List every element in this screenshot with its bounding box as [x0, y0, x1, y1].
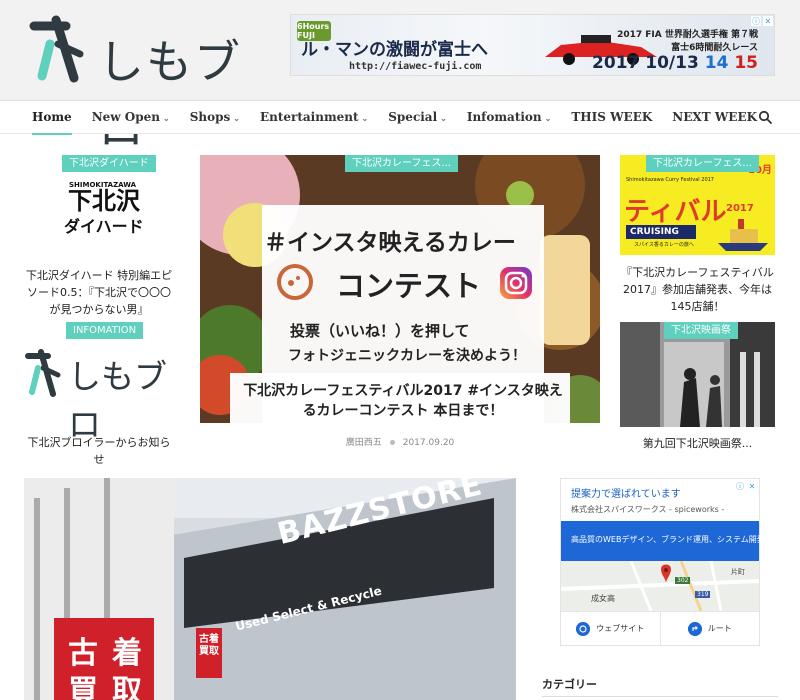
ad-date-sat: 14	[704, 53, 729, 73]
nav-item-label: THIS WEEK	[571, 110, 653, 124]
nav-item-home[interactable]: Home	[22, 101, 82, 135]
nav-item-special[interactable]: Special ⌄	[378, 101, 457, 134]
nav-item-this-week[interactable]: THIS WEEK	[561, 101, 662, 134]
website-button-label: ウェブサイト	[596, 624, 645, 633]
nav-item-entertainment[interactable]: Entertainment ⌄	[250, 101, 378, 134]
chevron-down-icon: ⌄	[361, 113, 369, 123]
close-icon[interactable]: ✕	[763, 16, 773, 26]
chevron-down-icon: ⌄	[163, 113, 170, 123]
ad-choices[interactable]: ⓘ ✕	[751, 16, 773, 27]
thumb-big-text1: 下北沢	[68, 187, 140, 215]
feature-headline2: コンテスト	[336, 269, 482, 303]
nav-item-label: Special	[388, 110, 438, 124]
shop-small-sign: 古着 買取	[199, 634, 219, 657]
nav-item-infomation[interactable]: Infomation ⌄	[457, 101, 562, 134]
category-label[interactable]: 下北沢ダイハード	[62, 155, 156, 172]
thumb-text5: CRUISING	[626, 225, 696, 239]
ad-title[interactable]: 提案力で選ばれています	[571, 485, 681, 500]
website-icon	[576, 621, 591, 636]
ad-date-prefix: 2017 10/13	[592, 53, 699, 73]
main-nav: Home New Open ⌄ Shops ⌄ Entertainment ⌄ Special…	[0, 100, 800, 135]
curry-icon	[277, 264, 313, 300]
ship-icon	[718, 219, 768, 251]
ad-map[interactable]: 成女高 片町 302 319	[561, 561, 759, 611]
ad-banner[interactable]: 6Hours FUJI ル・マンの激闘が富士へ http://fiawec-fu…	[290, 14, 775, 76]
feature-title[interactable]: 下北沢カレーフェスティバル2017 #インスタ映えるカレーコンテスト 本日まで！	[238, 381, 568, 421]
sidebar-ad[interactable]: 提案力で選ばれています 株式会社スパイスワークス - spiceworks - …	[560, 478, 773, 646]
ad-description: 高品質のWEBデザイン、ブランド運用、システム開発。	[571, 535, 773, 544]
nav-item-label: Infomation	[466, 110, 542, 124]
ad-info-icon[interactable]: ⓘ	[751, 16, 761, 26]
thumb-big-text2: ダイハード	[64, 217, 144, 236]
article-card-film-fest[interactable]: 下北沢映画祭 第九回下北沢映画祭...	[620, 322, 775, 452]
nav-item-label: New Open	[91, 110, 161, 124]
category-label[interactable]: 下北沢映画祭	[664, 322, 738, 339]
instagram-icon	[500, 267, 532, 299]
article-title[interactable]: 第九回下北沢映画祭...	[620, 435, 775, 452]
author-name[interactable]: 廣田西五	[346, 438, 382, 448]
chevron-down-icon: ⌄	[440, 113, 447, 123]
ad-info-icon[interactable]: ⓘ	[735, 481, 745, 491]
category-label[interactable]: INFOMATION	[66, 322, 144, 339]
map-route-302: 302	[675, 577, 691, 584]
ad-line1: 2017 FIA 世界耐久選手権 第７戦	[617, 30, 758, 40]
post-date: 2017.09.20	[402, 438, 455, 448]
ad-url: http://fiawec-fuji.com	[349, 61, 482, 72]
route-button-label: ルート	[707, 624, 732, 633]
left-sign-char4: 取	[112, 674, 142, 700]
article-card-info[interactable]: INFOMATION しもブロ 下北沢ブロイラーからお知らせ	[24, 322, 174, 472]
feature-sub1: 投票（いいね！）を押して	[290, 322, 470, 340]
nav-list: Home New Open ⌄ Shops ⌄ Entertainment ⌄ Special…	[22, 101, 767, 135]
logo-text: しもブロ	[98, 35, 242, 155]
article-title[interactable]: 下北沢ブロイラーからお知らせ	[24, 434, 174, 468]
nav-item-next-week[interactable]: NEXT WEEK	[662, 101, 767, 134]
map-label-school: 成女高	[591, 594, 615, 603]
ad-date-sun: 15	[734, 53, 758, 73]
nav-item-label: Home	[32, 110, 72, 124]
article-title[interactable]: 『下北沢カレーフェスティバル2017』参加店舗発表、今年は145店舗！	[620, 264, 775, 315]
left-sign-char3: 買	[68, 674, 98, 700]
article-title[interactable]: 下北沢ダイハード 特別編エピソード0.5：『下北沢で〇〇〇が見つからない男』	[24, 267, 174, 318]
chevron-down-icon: ⌄	[544, 113, 552, 123]
route-button[interactable]: ルート	[659, 611, 759, 645]
category-label[interactable]: 下北沢カレーフェス...	[646, 155, 759, 172]
nav-item-shops[interactable]: Shops ⌄	[180, 101, 250, 134]
directions-icon	[687, 621, 702, 636]
ad-buttons: ウェブサイト ルート	[561, 611, 759, 645]
website-button[interactable]: ウェブサイト	[561, 611, 660, 645]
feature-sub2: フォトジェニックカレーを決めよう！	[288, 348, 526, 364]
ad-description-bar[interactable]: 高品質のWEBデザイン、ブランド運用、システム開発。	[561, 521, 773, 561]
map-label-town: 片町	[731, 568, 745, 576]
nav-item-label: NEXT WEEK	[672, 110, 758, 124]
feature-meta: 廣田西五 2017.09.20	[200, 435, 600, 448]
ad-choices[interactable]: ⓘ ✕	[735, 481, 757, 491]
separator-dot-icon	[389, 440, 395, 445]
chevron-down-icon: ⌄	[233, 113, 240, 123]
logo-text: しもブロ	[68, 357, 167, 444]
thumb-text6: スパイス香るカレーの旅へ	[634, 242, 694, 248]
map-route-319: 319	[695, 591, 711, 598]
nav-item-new-open[interactable]: New Open ⌄	[82, 101, 180, 134]
thumb-text1: Shimokitazawa Curry Festival 2017	[626, 177, 714, 183]
thumb-text2: ティバル	[624, 197, 727, 227]
featured-article[interactable]: 下北沢カレーフェス... ＃インスタ映えるカレー コンテスト 投票（いいね！）を…	[200, 155, 600, 423]
sidebar-category-heading: カテゴリー	[542, 676, 778, 697]
category-label[interactable]: 下北沢カレーフェス...	[345, 155, 458, 172]
ad-line2: 富士6時間耐久レース	[671, 43, 758, 53]
search-icon[interactable]	[758, 110, 772, 124]
close-icon[interactable]: ✕	[747, 481, 757, 491]
site-logo[interactable]: しもブロ	[28, 14, 268, 155]
nav-item-label: Entertainment	[259, 110, 359, 124]
ad-date: 2017 10/13 14 15	[592, 53, 758, 73]
ad-advertiser: 株式会社スパイスワークス - spiceworks -	[571, 505, 725, 514]
thumb-text3: 2017	[726, 203, 754, 214]
article-card-curry-fest[interactable]: Shimokitazawa Curry Festival 2017 ティバル 2…	[620, 155, 775, 315]
nav-item-label: Shops	[189, 110, 231, 124]
article-hero-image[interactable]: BAZZSTORE Used Select & Recycle 古 着 買 取 …	[24, 478, 516, 700]
ad-main-text: ル・マンの激闘が富士へ	[301, 40, 488, 60]
feature-headline: ＃インスタ映えるカレー	[264, 230, 516, 256]
site-header: しもブロ 6Hours FUJI ル・マンの激闘が富士へ http://fiaw…	[0, 0, 800, 155]
article-card-diehard[interactable]: SHIMOKITAZAWA 下北沢 ダイハード 下北沢ダイハード 下北沢ダイハー…	[24, 155, 174, 318]
